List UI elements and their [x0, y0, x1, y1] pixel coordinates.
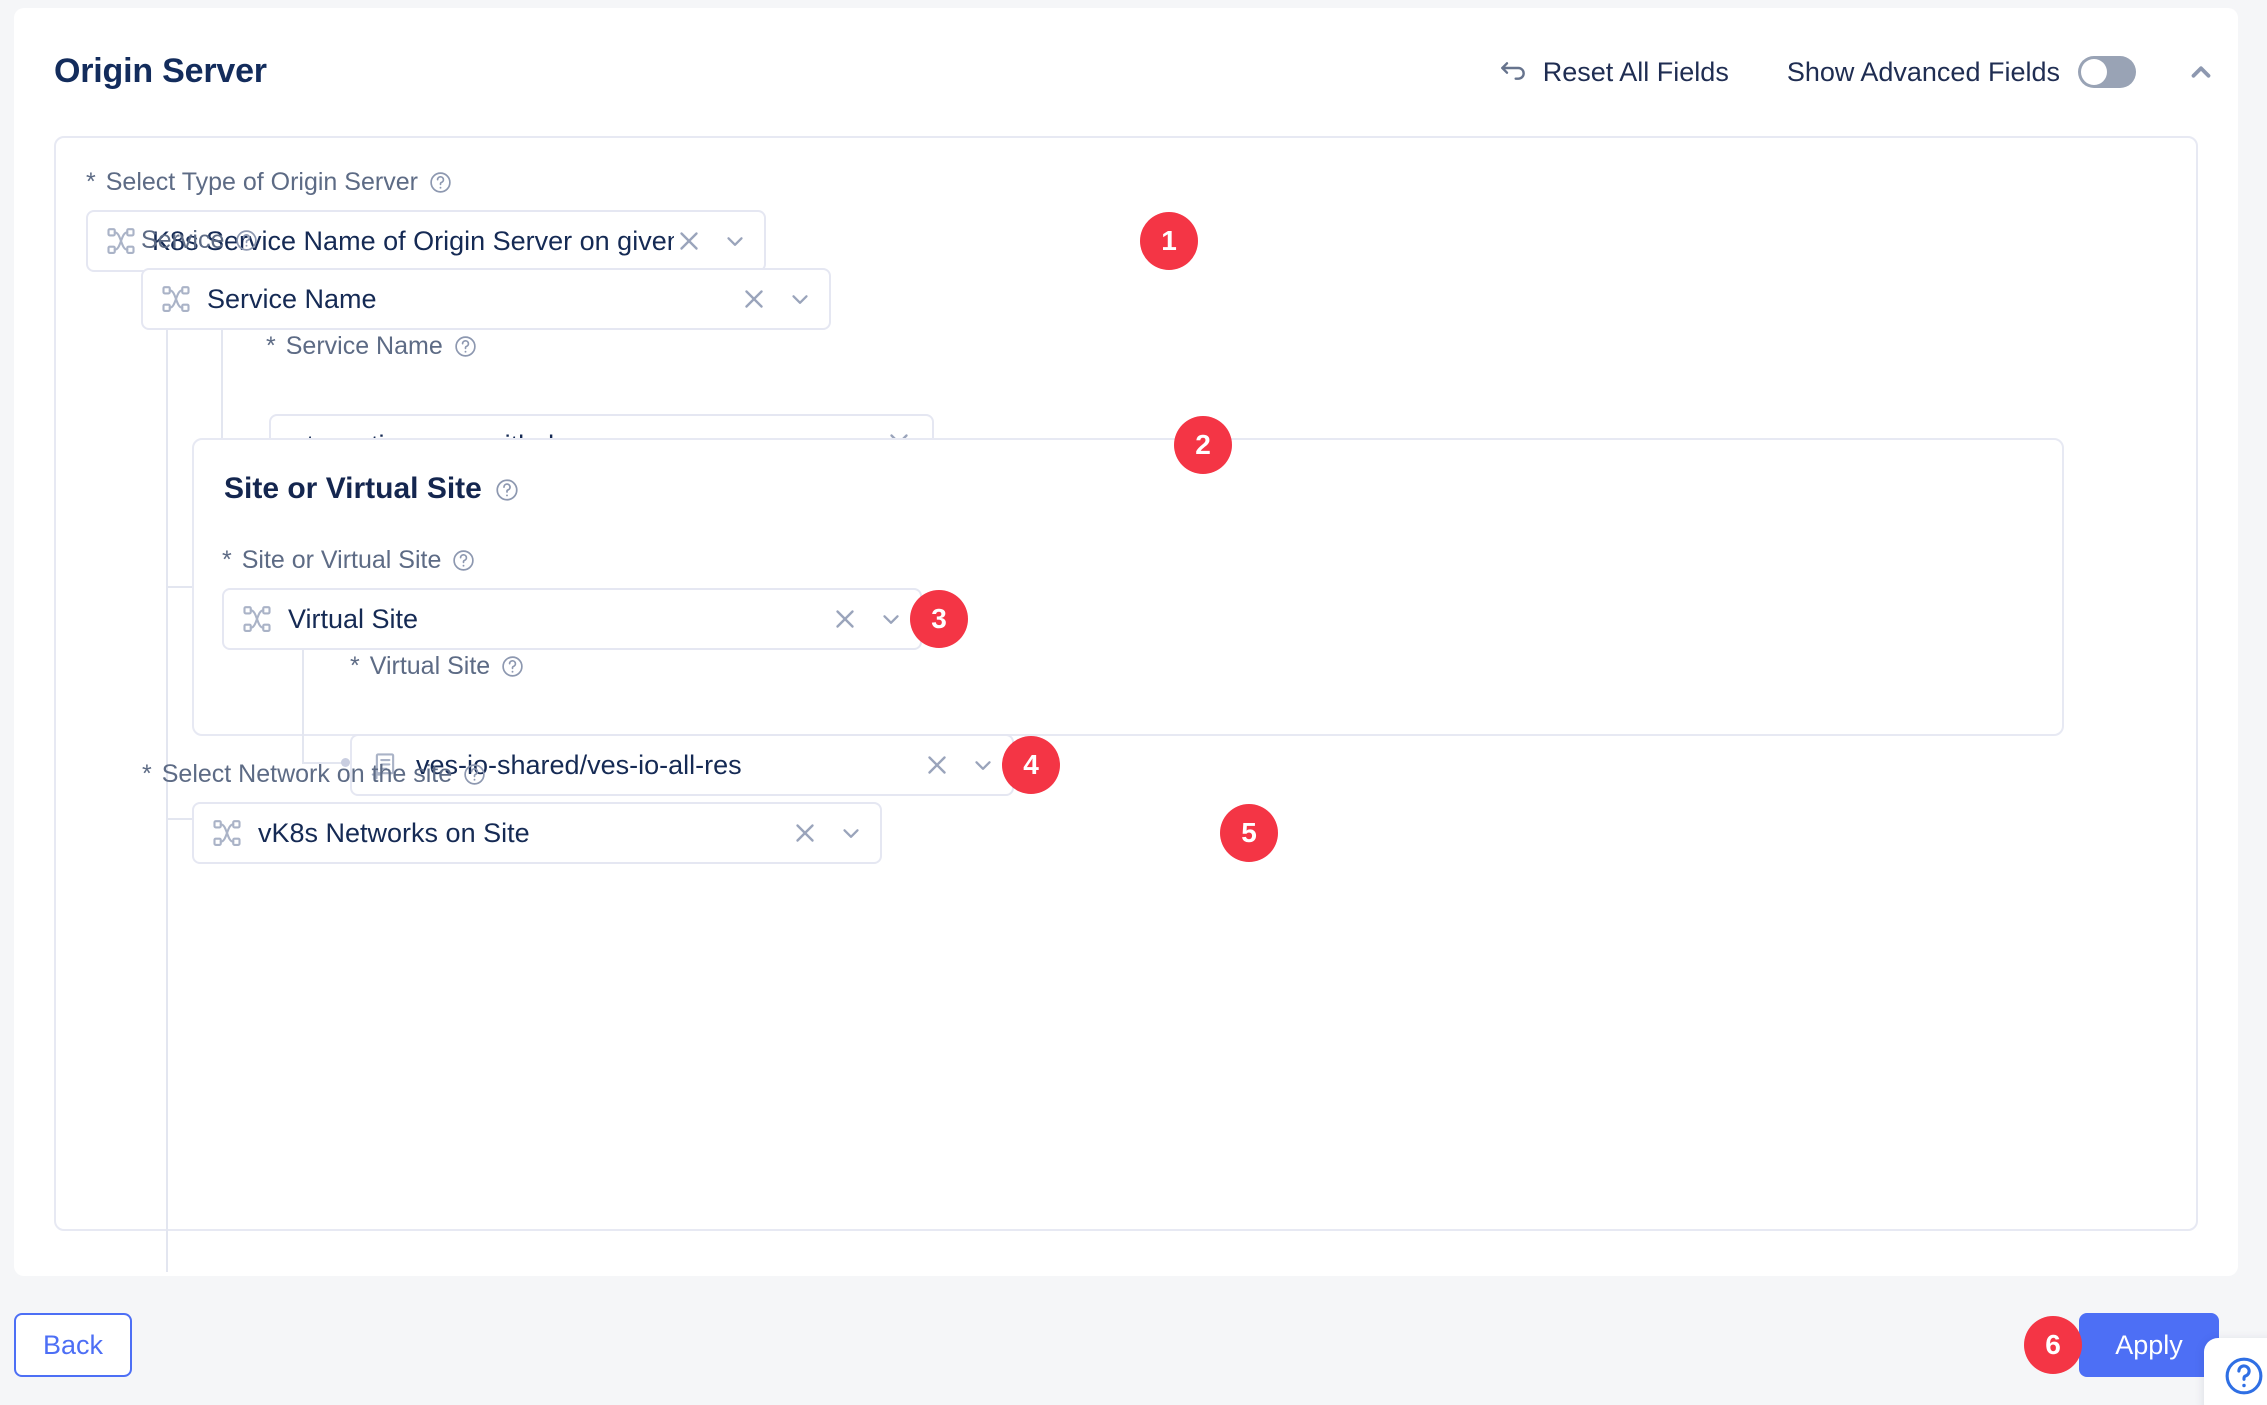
required-marker: *	[142, 760, 152, 788]
network-nodes-icon	[212, 818, 242, 848]
site-or-virtual-site-label: * Site or Virtual Site	[222, 546, 476, 575]
clear-icon[interactable]	[922, 750, 952, 780]
help-circle-icon[interactable]	[234, 228, 259, 253]
step-badge-1: 1	[1140, 212, 1198, 270]
origin-server-form-page: Origin Server Reset All Fields Show Adva…	[0, 0, 2267, 1405]
service-name-label-text: Service Name	[285, 332, 443, 360]
service-select[interactable]: Service Name	[141, 268, 831, 330]
virtual-site-label: * Virtual Site	[350, 652, 525, 681]
origin-type-label: * Select Type of Origin Server	[86, 168, 453, 197]
help-circle-icon[interactable]	[453, 334, 478, 359]
step-badge-4: 4	[1002, 736, 1060, 794]
help-circle-icon[interactable]	[462, 762, 487, 787]
chevron-down-icon[interactable]	[722, 228, 748, 254]
required-marker: *	[222, 546, 232, 574]
network-nodes-icon	[242, 604, 272, 634]
tree-vsite-branch-v	[302, 650, 304, 764]
help-circle-icon	[2222, 1354, 2266, 1403]
help-circle-icon[interactable]	[428, 170, 453, 195]
clear-icon[interactable]	[830, 604, 860, 634]
chevron-down-icon[interactable]	[970, 752, 996, 778]
clear-icon[interactable]	[674, 226, 704, 256]
network-on-site-label: * Select Network on the site	[142, 760, 487, 789]
service-label-text: Service	[141, 226, 225, 254]
network-nodes-icon	[106, 226, 136, 256]
panel-header: Origin Server Reset All Fields Show Adva…	[14, 8, 2238, 116]
origin-server-config-card: * Select Type of Origin Server K8s Servi…	[54, 136, 2198, 1272]
site-or-virtual-site-card: Site or Virtual Site * Site or Virtual S…	[192, 438, 2064, 796]
apply-button-label: Apply	[2115, 1329, 2183, 1360]
page-title: Origin Server	[54, 52, 267, 90]
step-badge-2: 2	[1174, 416, 1232, 474]
service-name-label: * Service Name	[266, 332, 478, 361]
step-badge-6: 6	[2024, 1316, 2082, 1374]
clear-icon[interactable]	[790, 818, 820, 848]
required-marker: *	[86, 168, 96, 196]
show-advanced-fields-toggle[interactable]	[2078, 56, 2136, 88]
virtual-site-label-text: Virtual Site	[369, 652, 491, 680]
service-label: Service	[141, 226, 259, 255]
site-or-virtual-site-value: Virtual Site	[288, 603, 419, 634]
reset-arrow-icon	[1497, 56, 1529, 88]
step-badge-3: 3	[910, 590, 968, 648]
origin-server-panel: Origin Server Reset All Fields Show Adva…	[14, 8, 2238, 1276]
tree-service-branch-v	[221, 330, 223, 444]
chevron-up-icon[interactable]	[2184, 55, 2218, 89]
site-card-title: Site or Virtual Site	[224, 472, 519, 506]
help-floating-button[interactable]	[2204, 1338, 2267, 1405]
help-circle-icon[interactable]	[500, 654, 525, 679]
reset-all-fields-button[interactable]: Reset All Fields	[1491, 52, 1735, 92]
required-marker: *	[350, 652, 360, 680]
show-advanced-fields-label: Show Advanced Fields	[1786, 56, 2060, 87]
help-circle-icon[interactable]	[451, 548, 476, 573]
reset-all-fields-label: Reset All Fields	[1542, 56, 1729, 87]
chevron-down-icon[interactable]	[838, 820, 864, 846]
network-on-site-value: vK8s Networks on Site	[258, 817, 530, 848]
apply-button[interactable]: Apply	[2079, 1313, 2219, 1377]
network-on-site-select[interactable]: vK8s Networks on Site	[192, 802, 882, 864]
step-badge-5: 5	[1220, 804, 1278, 862]
origin-type-label-text: Select Type of Origin Server	[105, 168, 418, 196]
chevron-down-icon[interactable]	[787, 286, 813, 312]
clear-icon[interactable]	[739, 284, 769, 314]
header-actions: Reset All Fields Show Advanced Fields	[1491, 52, 2218, 92]
site-card-title-text: Site or Virtual Site	[224, 472, 482, 505]
toggle-knob	[2081, 59, 2107, 85]
help-circle-icon[interactable]	[494, 477, 519, 502]
network-on-site-label-text: Select Network on the site	[161, 760, 453, 788]
back-button-label: Back	[42, 1329, 104, 1360]
site-or-virtual-site-label-text: Site or Virtual Site	[241, 546, 442, 574]
site-or-virtual-site-select[interactable]: Virtual Site	[222, 588, 922, 650]
required-marker: *	[266, 332, 276, 360]
chevron-down-icon[interactable]	[878, 606, 904, 632]
back-button[interactable]: Back	[14, 1313, 132, 1377]
network-nodes-icon	[161, 284, 191, 314]
virtual-site-value: ves-io-shared/ves-io-all-res	[416, 749, 742, 780]
service-value: Service Name	[207, 283, 377, 314]
